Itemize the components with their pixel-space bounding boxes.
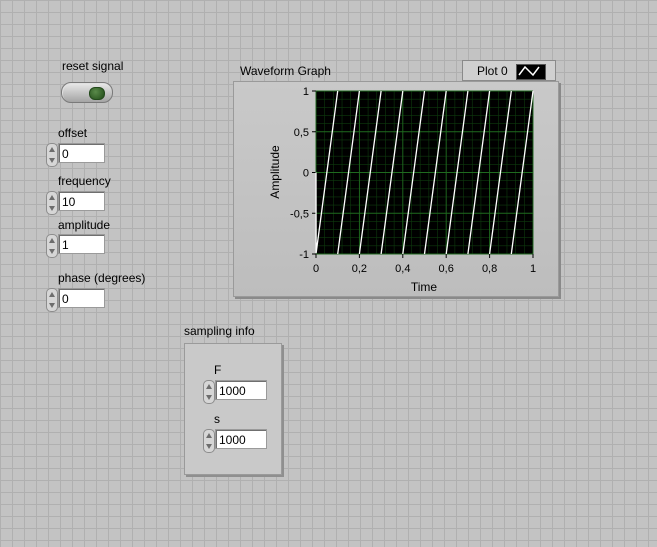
- x-tick-label: 0: [313, 263, 319, 275]
- arrow-down-icon[interactable]: [206, 444, 212, 449]
- arrow-up-icon[interactable]: [206, 384, 212, 389]
- y-tick-label: 1: [303, 86, 309, 98]
- y-tick-label: 0,5: [294, 127, 309, 139]
- arrow-up-icon[interactable]: [206, 433, 212, 438]
- y-axis-label: Amplitude: [268, 145, 282, 199]
- x-tick-label: 0,2: [352, 263, 367, 275]
- x-axis-label: Time: [411, 280, 438, 294]
- s-increment-decrement[interactable]: [203, 429, 215, 453]
- x-tick-label: 1: [530, 263, 536, 275]
- y-tick-label: -0,5: [290, 208, 309, 220]
- arrow-down-icon[interactable]: [206, 395, 212, 400]
- f-label: F: [214, 363, 222, 377]
- s-label: s: [214, 412, 220, 426]
- f-input[interactable]: 1000: [215, 380, 267, 400]
- y-tick-label: 0: [303, 168, 309, 180]
- waveform-chart: 0 0,2 0,4 0,6 0,8 1 1 0,5 0 -0,5 -1 Time Amplitud…: [268, 86, 536, 294]
- s-input[interactable]: 1000: [215, 429, 267, 449]
- x-tick-label: 0,8: [482, 263, 497, 275]
- f-increment-decrement[interactable]: [203, 380, 215, 404]
- x-tick-label: 0,4: [395, 263, 410, 275]
- y-tick-label: -1: [299, 249, 309, 261]
- x-tick-label: 0,6: [439, 263, 454, 275]
- sampling-info-label: sampling info: [184, 324, 255, 338]
- sampling-info-cluster: [184, 343, 282, 475]
